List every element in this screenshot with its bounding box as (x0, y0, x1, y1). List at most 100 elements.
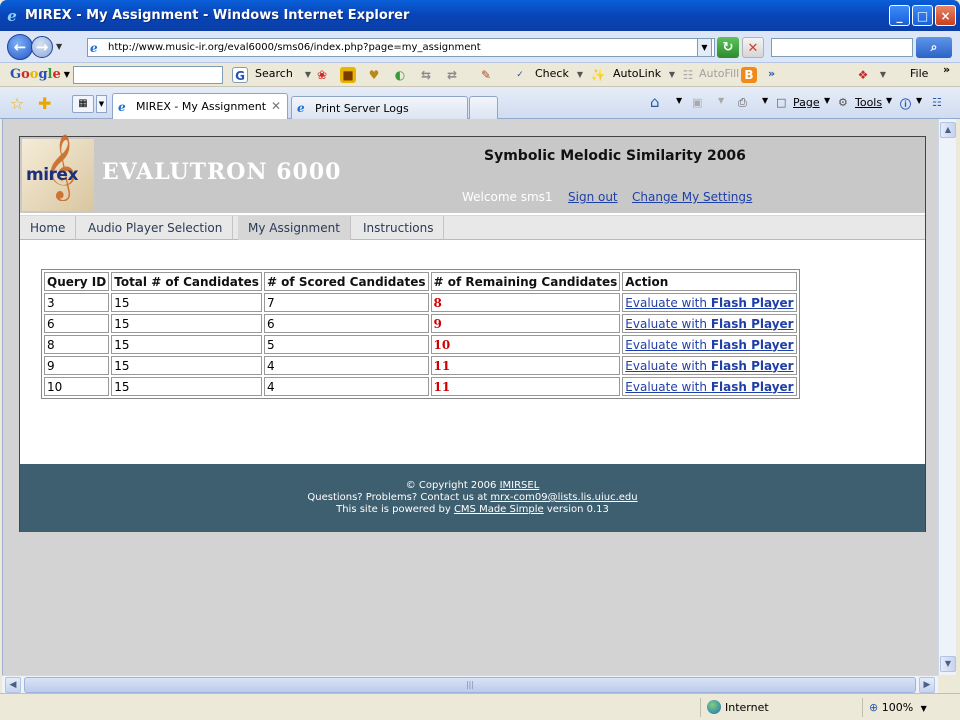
google-search-input[interactable] (73, 66, 223, 84)
zoom-dropdown-icon[interactable]: ▼ (921, 704, 927, 713)
horizontal-scroll-thumb[interactable]: ||| (24, 677, 916, 693)
powered-text: This site is powered by (336, 504, 454, 515)
sign-out-link[interactable]: Sign out (568, 190, 618, 204)
news-icon[interactable]: ■ (340, 67, 356, 83)
autolink-button[interactable]: AutoLink (613, 67, 661, 80)
help-dropdown-icon[interactable]: ▼ (916, 96, 922, 105)
nav-instructions[interactable]: Instructions (353, 216, 445, 240)
google-logo[interactable]: Google (10, 67, 61, 82)
blogger-icon[interactable]: B (741, 67, 757, 83)
add-favorites-icon[interactable]: ✚ (38, 94, 51, 113)
evaluate-flash-link[interactable]: Evaluate with Flash Player (625, 296, 793, 310)
tools-menu[interactable]: Tools (855, 96, 882, 109)
address-dropdown-icon[interactable]: ▼ (697, 38, 712, 57)
tab-list-dropdown-icon[interactable]: ▼ (96, 95, 107, 113)
scored-cell: 4 (263, 377, 429, 396)
home-dropdown-icon[interactable]: ▼ (676, 96, 682, 105)
total-cell: 15 (111, 377, 262, 396)
cms-link[interactable]: CMS Made Simple (454, 504, 544, 515)
pagerank-icon[interactable]: ❀ (314, 67, 330, 83)
google-search-button[interactable]: Search (255, 67, 293, 80)
tab-close-icon[interactable]: ✕ (271, 99, 281, 113)
toolbar-overflow-icon[interactable]: » (943, 63, 950, 76)
scroll-up-icon[interactable]: ▲ (940, 122, 956, 138)
evaluate-flash-link[interactable]: Evaluate with Flash Player (625, 359, 793, 373)
flash-player-label: Flash Player (710, 379, 794, 394)
autofill-icon[interactable]: ☷ (680, 67, 696, 83)
spellcheck-button[interactable]: Check (535, 67, 569, 80)
total-cell: 15 (111, 293, 262, 312)
forward-button[interactable]: → (31, 35, 53, 58)
address-url[interactable]: http://www.music-ir.org/eval6000/sms06/i… (108, 42, 481, 53)
close-button[interactable]: × (935, 5, 956, 26)
evaluate-flash-link[interactable]: Evaluate with Flash Player (625, 380, 793, 394)
feeds-icon[interactable]: ▣ (692, 96, 702, 109)
tab-print-server-logs[interactable]: e Print Server Logs (291, 96, 468, 119)
google-menu-dropdown-icon[interactable]: ▼ (64, 70, 70, 79)
action-cell: Evaluate with Flash Player (622, 356, 797, 375)
quick-tabs-icon[interactable]: ▦ (72, 95, 94, 113)
minimize-button[interactable]: _ (889, 5, 910, 26)
evaluate-prefix: Evaluate with (625, 337, 711, 352)
picasa-icon[interactable]: ◐ (392, 67, 408, 83)
page-menu[interactable]: Page (793, 96, 820, 109)
change-settings-link[interactable]: Change My Settings (632, 190, 752, 204)
tools-gear-icon[interactable]: ⚙ (838, 96, 848, 109)
evaluate-flash-link[interactable]: Evaluate with Flash Player (625, 317, 793, 331)
file-menu[interactable]: File (910, 67, 928, 80)
history-dropdown-icon[interactable]: ▼ (56, 42, 62, 51)
action-cell: Evaluate with Flash Player (622, 335, 797, 354)
pdf-dropdown-icon[interactable]: ▼ (875, 67, 891, 83)
back-link-icon[interactable]: ⇆ (418, 67, 434, 83)
scroll-right-icon[interactable]: ▶ (919, 677, 935, 693)
version-text: version 0.13 (543, 504, 609, 515)
autolink-dropdown-icon[interactable]: ▼ (664, 67, 680, 83)
new-tab-button[interactable] (469, 96, 498, 119)
feeds-dropdown-icon[interactable]: ▼ (718, 96, 724, 105)
tools-dropdown-icon[interactable]: ▼ (886, 96, 892, 105)
scroll-left-icon[interactable]: ◀ (5, 677, 21, 693)
autolink-icon[interactable]: ✨ (590, 67, 606, 83)
spellcheck-icon[interactable]: ✓ (512, 67, 528, 83)
stop-button[interactable]: ✕ (742, 37, 764, 58)
horizontal-scrollbar[interactable]: ◀ ||| ▶ (2, 675, 938, 693)
google-g-icon[interactable]: G (232, 67, 248, 83)
research-icon[interactable]: ☷ (932, 96, 942, 109)
highlight-icon[interactable]: ✎ (478, 67, 494, 83)
bookmark-icon[interactable]: ♥ (366, 67, 382, 83)
pdf-icon[interactable]: ❖ (855, 67, 871, 83)
favorites-star-icon[interactable]: ☆ (10, 94, 24, 113)
check-dropdown-icon[interactable]: ▼ (572, 67, 588, 83)
nav-home[interactable]: Home (20, 216, 77, 240)
tab-my-assignment[interactable]: e MIREX - My Assignment ✕ (112, 93, 288, 119)
nav-my-assignment[interactable]: My Assignment (238, 216, 351, 240)
live-search-input[interactable] (771, 38, 913, 57)
search-go-button[interactable]: ⌕ (916, 37, 952, 58)
address-bar[interactable]: e http://www.music-ir.org/eval6000/sms06… (87, 38, 715, 57)
table-row: 9 15 4 11 Evaluate with Flash Player (44, 356, 797, 375)
action-cell: Evaluate with Flash Player (622, 314, 797, 333)
back-button[interactable]: ← (7, 33, 33, 60)
evaluate-flash-link[interactable]: Evaluate with Flash Player (625, 338, 793, 352)
tab-page-icon: e (118, 99, 126, 114)
security-zone[interactable]: Internet (700, 698, 850, 717)
flash-player-label: Flash Player (710, 295, 794, 310)
autofill-button[interactable]: AutoFill (699, 67, 739, 80)
more-buttons-icon[interactable]: » (768, 67, 775, 80)
forward-link-icon[interactable]: ⇄ (444, 67, 460, 83)
print-icon[interactable]: ⎙ (738, 96, 747, 110)
maximize-button[interactable]: □ (912, 5, 933, 26)
imirsel-link[interactable]: IMIRSEL (500, 480, 540, 491)
page-dropdown-icon[interactable]: ▼ (824, 96, 830, 105)
page-menu-icon[interactable]: □ (776, 96, 786, 109)
vertical-scrollbar[interactable]: ▲ ▼ (938, 119, 956, 675)
col-action: Action (622, 272, 797, 291)
help-icon[interactable]: ⓘ (900, 96, 911, 112)
zoom-control[interactable]: ⊕ 100% ▼ (862, 698, 956, 717)
refresh-button[interactable]: ↻ (717, 37, 739, 58)
scroll-down-icon[interactable]: ▼ (940, 656, 956, 672)
contact-email-link[interactable]: mrx-com09@lists.lis.uiuc.edu (490, 492, 637, 503)
nav-audio-player-selection[interactable]: Audio Player Selection (78, 216, 234, 240)
print-dropdown-icon[interactable]: ▼ (762, 96, 768, 105)
home-icon[interactable]: ⌂ (650, 93, 660, 111)
